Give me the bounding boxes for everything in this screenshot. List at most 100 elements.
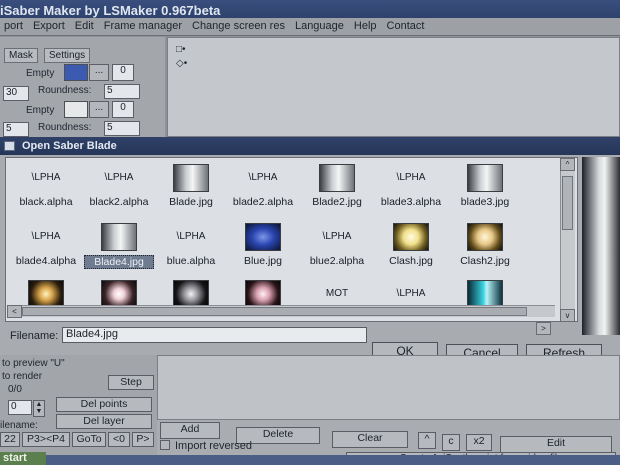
browse-button-1[interactable]: ... xyxy=(89,64,109,81)
browse-button-2[interactable]: ... xyxy=(89,101,109,118)
nav-22[interactable]: 22 xyxy=(0,432,20,447)
file-alpha-thumb: MOT xyxy=(325,288,349,299)
tab-settings[interactable]: Settings xyxy=(44,48,91,63)
size-field-2[interactable]: 5 xyxy=(3,122,29,137)
import-reversed-label: Import reversed xyxy=(175,440,253,452)
menu-language[interactable]: Language xyxy=(291,18,350,32)
file-item[interactable]: Blue.jpg xyxy=(228,223,298,267)
menu-edit[interactable]: Edit xyxy=(71,18,100,32)
vertical-scroll-thumb[interactable] xyxy=(562,176,573,230)
menu-contact[interactable]: Contact xyxy=(383,18,431,32)
scroll-right-button[interactable]: > xyxy=(536,322,551,335)
file-name-label: blue2.alpha xyxy=(309,255,365,267)
stepper-arrows[interactable]: ▲ ▼ xyxy=(33,400,45,417)
scroll-down-button[interactable]: v xyxy=(560,309,575,322)
file-item[interactable]: \LPHA black.alpha xyxy=(11,164,81,208)
file-item[interactable]: \LPHA blue.alpha xyxy=(156,223,226,267)
file-name-label: Blade2.jpg xyxy=(312,196,362,208)
size-field-1[interactable]: 30 xyxy=(3,86,29,101)
x2-button[interactable]: x2 xyxy=(466,434,492,451)
file-item[interactable] xyxy=(84,280,154,308)
file-item[interactable]: \LPHA blade2.alpha xyxy=(228,164,298,208)
point-marker-1: □• xyxy=(176,44,186,55)
add-button[interactable]: Add xyxy=(160,422,220,439)
roundness-field-1[interactable]: 5 xyxy=(104,84,140,99)
step-dropdown[interactable]: Step xyxy=(108,375,154,390)
value-field-1[interactable]: 0 xyxy=(112,64,134,81)
caret-button[interactable]: ^ xyxy=(418,432,436,449)
del-points-button[interactable]: Del points xyxy=(56,397,152,412)
roundness-label-2: Roundness: xyxy=(38,122,92,133)
file-item[interactable]: blade3.jpg xyxy=(450,164,520,208)
start-button[interactable]: start xyxy=(0,452,46,465)
scroll-left-button[interactable]: < xyxy=(7,305,22,318)
menu-help[interactable]: Help xyxy=(350,18,383,32)
file-alpha-thumb: \LPHA xyxy=(396,172,426,183)
tab-mask[interactable]: Mask xyxy=(4,48,38,63)
file-item[interactable]: \LPHA blade4.alpha xyxy=(11,223,81,267)
blade-preview xyxy=(582,157,620,335)
filename-input[interactable]: Blade4.jpg xyxy=(62,327,367,343)
file-item[interactable]: \LPHA blue2.alpha xyxy=(302,223,372,267)
scroll-up-button[interactable]: ^ xyxy=(560,158,575,171)
file-alpha-thumb: \LPHA xyxy=(322,231,352,242)
stepper-field[interactable]: 0 xyxy=(8,400,32,415)
color-swatch-1[interactable] xyxy=(64,64,88,81)
canvas-panel xyxy=(167,37,620,137)
menu-import[interactable]: port xyxy=(0,18,29,32)
color-swatch-2[interactable] xyxy=(64,101,88,118)
file-alpha-thumb: \LPHA xyxy=(104,172,134,183)
menu-bar: port Export Edit Frame manager Change screen… xyxy=(0,18,620,36)
file-alpha-thumb: \LPHA xyxy=(396,288,426,299)
file-thumbnail xyxy=(245,280,281,308)
file-item[interactable]: \LPHA blade3.alpha xyxy=(376,164,446,208)
bottom-filename-label: ilename: xyxy=(0,420,38,431)
file-item[interactable] xyxy=(228,280,298,308)
file-name-label: Blue.jpg xyxy=(244,255,282,267)
file-item[interactable] xyxy=(11,280,81,308)
del-layer-button[interactable]: Del layer xyxy=(56,414,152,429)
menu-frame-manager[interactable]: Frame manager xyxy=(100,18,188,32)
file-alpha-thumb: \LPHA xyxy=(248,172,278,183)
file-thumbnail xyxy=(319,164,355,192)
file-item[interactable] xyxy=(156,280,226,308)
file-item[interactable]: Clash2.jpg xyxy=(450,223,520,267)
file-name-label: Clash2.jpg xyxy=(460,255,510,267)
file-item[interactable] xyxy=(450,280,520,308)
auto-preview-label: to preview "U" xyxy=(2,358,65,369)
file-name-label: Blade4.jpg xyxy=(84,255,154,269)
file-item[interactable]: Blade.jpg xyxy=(156,164,226,208)
nav-back-button[interactable]: <0 xyxy=(108,432,130,447)
goto-button[interactable]: GoTo xyxy=(72,432,106,447)
clear-button[interactable]: Clear xyxy=(332,431,408,448)
file-name-label: blade3.jpg xyxy=(460,196,510,208)
nav-forward-button[interactable]: P> xyxy=(132,432,154,447)
file-alpha-thumb: \LPHA xyxy=(31,172,61,183)
dialog-app-icon xyxy=(4,141,15,151)
file-item[interactable]: \LPHA xyxy=(376,280,446,308)
edit-button[interactable]: Edit xyxy=(500,436,612,453)
filename-label: Filename: xyxy=(10,330,59,342)
file-list[interactable]: \LPHA black.alpha \LPHA black2.alpha Blade.j… xyxy=(5,157,578,322)
file-name-label: blue.alpha xyxy=(166,255,216,267)
roundness-field-2[interactable]: 5 xyxy=(104,121,140,136)
file-thumbnail xyxy=(28,280,64,308)
file-item[interactable]: Blade4.jpg xyxy=(84,223,154,269)
import-reversed-checkbox[interactable] xyxy=(160,440,170,450)
value-field-2[interactable]: 0 xyxy=(112,101,134,118)
file-item[interactable]: Blade2.jpg xyxy=(302,164,372,208)
nav-p3-p4[interactable]: P3><P4 xyxy=(22,432,70,447)
c-button[interactable]: c xyxy=(442,434,460,451)
file-thumbnail xyxy=(245,223,281,251)
menu-change-screen-res[interactable]: Change screen res xyxy=(188,18,291,32)
file-alpha-thumb: \LPHA xyxy=(31,231,61,242)
taskbar xyxy=(0,455,620,465)
file-item[interactable]: Clash.jpg xyxy=(376,223,446,267)
layers-panel xyxy=(157,355,620,420)
horizontal-scroll-thumb[interactable] xyxy=(22,307,527,316)
menu-export[interactable]: Export xyxy=(29,18,71,32)
file-name-label: blade2.alpha xyxy=(232,196,294,208)
file-item[interactable]: \LPHA black2.alpha xyxy=(84,164,154,208)
file-name-label: blade4.alpha xyxy=(15,255,77,267)
file-item[interactable]: MOT xyxy=(302,280,372,308)
